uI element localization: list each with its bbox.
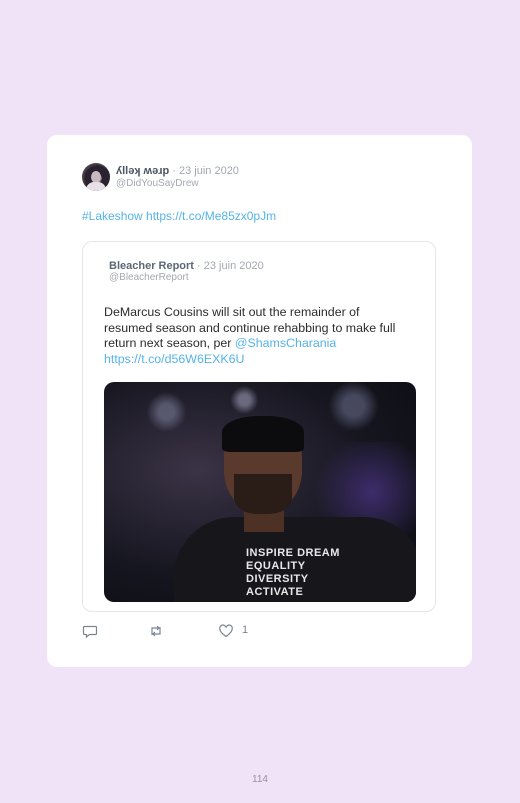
author-handle[interactable]: @DidYouSayDrew <box>116 178 199 189</box>
mention-link[interactable]: @ShamsCharania <box>235 336 336 350</box>
quoted-author-name[interactable]: Bleacher Report <box>109 260 194 272</box>
page-number: 114 <box>252 774 268 785</box>
avatar-body <box>86 182 106 191</box>
quoted-photo[interactable]: INSPIRE DREAM EQUALITY DIVERSITY ACTIVAT… <box>104 382 416 602</box>
reply-icon[interactable] <box>82 623 98 639</box>
like-count: 1 <box>242 624 249 636</box>
retweet-icon[interactable] <box>148 623 164 639</box>
shirt-text: INSPIRE DREAM EQUALITY DIVERSITY ACTIVAT… <box>246 547 340 598</box>
player-beard <box>234 474 292 514</box>
tweet-text[interactable]: #Lakeshow https://t.co/Me85zx0pJm <box>82 209 276 223</box>
quoted-handle[interactable]: @BleacherReport <box>109 272 189 283</box>
like-icon[interactable] <box>218 623 234 639</box>
author-name[interactable]: ʎllǝʞ ʍǝɹp <box>116 165 169 177</box>
quoted-date[interactable]: · 23 juin 2020 <box>197 260 264 272</box>
avatar[interactable] <box>82 163 110 191</box>
quoted-author-line: Bleacher Report · 23 juin 2020 <box>109 260 264 272</box>
quoted-text: DeMarcus Cousins will sit out the remain… <box>104 305 410 367</box>
tweet-date[interactable]: · 23 juin 2020 <box>172 165 239 177</box>
quoted-url-link[interactable]: https://t.co/d56W6EXK6U <box>104 352 245 366</box>
player-durag <box>222 416 304 452</box>
author-line: ʎllǝʞ ʍǝɹp · 23 juin 2020 <box>116 165 239 178</box>
